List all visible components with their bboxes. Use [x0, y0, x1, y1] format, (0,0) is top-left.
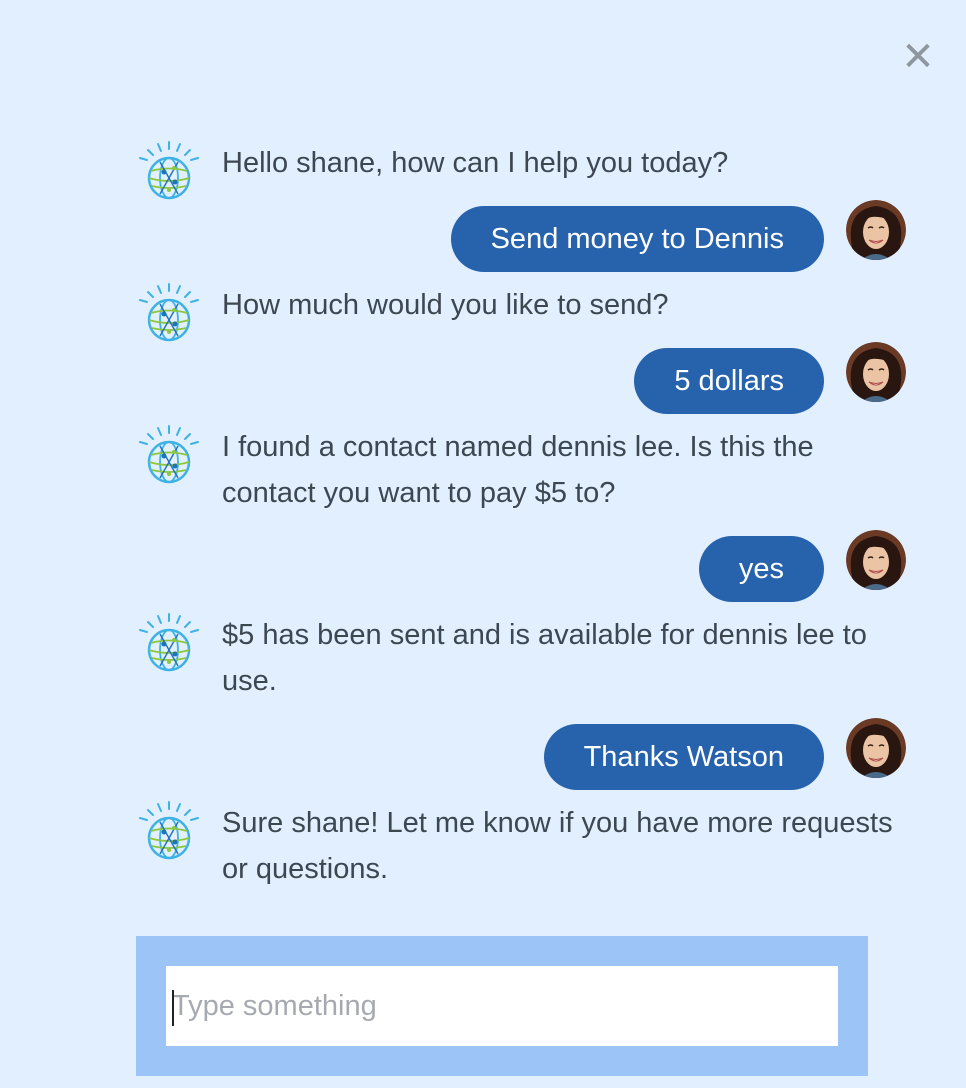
watson-globe-icon — [139, 283, 199, 342]
bot-message-text: Sure shane! Let me know if you have more… — [222, 807, 893, 885]
chat-input-panel — [136, 936, 868, 1076]
watson-globe-icon — [139, 613, 199, 672]
user-avatar — [846, 200, 906, 260]
close-button[interactable]: ✕ — [899, 34, 937, 80]
bot-message-text: Hello shane, how can I help you today? — [222, 147, 729, 179]
bot-message-text: I found a contact named dennis lee. Is t… — [222, 431, 814, 509]
user-message-bubble: yes — [698, 536, 824, 602]
user-message-bubble: 5 dollars — [634, 348, 824, 414]
user-message: Thanks Watson — [0, 718, 966, 790]
watson-globe-icon — [139, 425, 199, 484]
text-caret — [172, 990, 174, 1026]
user-avatar — [846, 342, 906, 402]
user-message-bubble: Thanks Watson — [543, 724, 824, 790]
watson-globe-icon — [139, 801, 199, 860]
user-message: yes — [0, 530, 966, 602]
user-message: Send money to Dennis — [0, 200, 966, 272]
user-message-bubble: Send money to Dennis — [450, 206, 824, 272]
user-avatar — [846, 530, 906, 590]
user-avatar — [846, 718, 906, 778]
bot-message-text: How much would you like to send? — [222, 289, 669, 321]
close-icon: ✕ — [901, 34, 935, 80]
bot-message-text: $5 has been sent and is available for de… — [222, 619, 867, 697]
message-input[interactable] — [166, 966, 838, 1046]
watson-globe-icon — [139, 141, 199, 200]
user-message: 5 dollars — [0, 342, 966, 414]
